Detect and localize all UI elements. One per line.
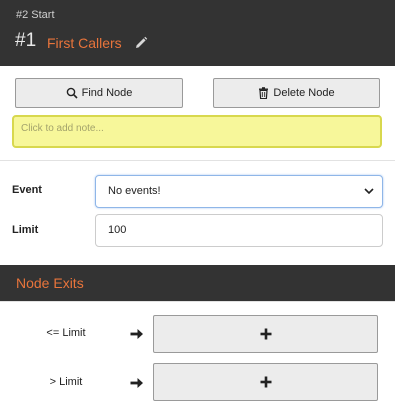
limit-label: Limit [12,224,39,236]
event-label: Event [12,184,42,196]
note-placeholder: Click to add note... [21,123,104,134]
find-node-button[interactable]: Find Node [15,78,183,108]
section-divider [0,160,395,161]
arrow-right-icon [130,378,143,388]
exit-label: <= Limit [46,327,86,339]
plus-icon [260,328,271,340]
add-exit-button[interactable] [153,363,378,401]
node-header: #2 Start #1 First Callers [0,0,395,66]
event-select-value: No events! [108,185,161,197]
node-exits-title: Node Exits [16,275,84,291]
arrow-right-icon [130,329,143,339]
node-number: #1 [15,30,37,51]
search-icon [66,87,78,99]
find-node-label: Find Node [81,87,133,99]
event-select[interactable]: No events! [95,175,383,208]
trash-icon [259,87,269,99]
delete-node-label: Delete Node [273,87,335,99]
exits-divider [0,301,395,302]
chevron-down-icon [364,188,374,195]
add-exit-button[interactable] [153,315,378,353]
node-exits-header: Node Exits [0,265,395,301]
pencil-icon[interactable] [134,36,148,50]
node-subtitle: #2 Start [16,9,55,21]
delete-node-button[interactable]: Delete Node [213,78,380,108]
node-name[interactable]: First Callers [47,35,122,51]
limit-value: 100 [108,224,127,236]
limit-input[interactable]: 100 [95,214,383,247]
exit-label: > Limit [49,376,83,388]
plus-icon [260,376,271,388]
note-field[interactable]: Click to add note... [12,115,382,148]
